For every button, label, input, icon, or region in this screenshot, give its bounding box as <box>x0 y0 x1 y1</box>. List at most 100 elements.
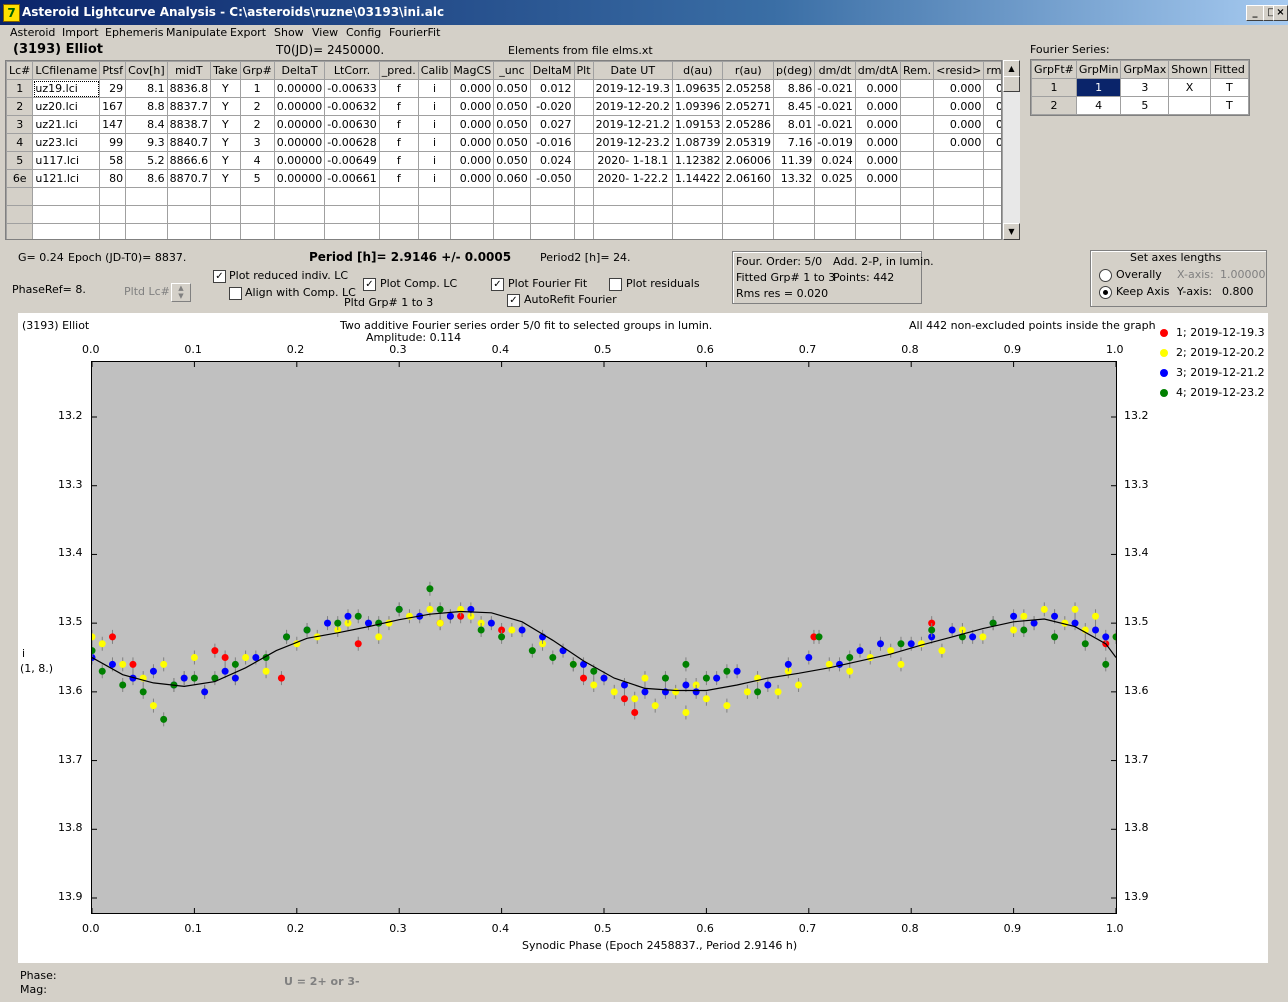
table-cell[interactable] <box>239 223 275 239</box>
menu-export[interactable]: Export <box>230 26 266 39</box>
table-cell[interactable]: u117.lci <box>32 151 101 170</box>
row-header[interactable]: 2 <box>6 97 34 116</box>
table-cell[interactable] <box>529 187 575 206</box>
row-header[interactable]: 4 <box>6 133 34 152</box>
table-cell[interactable]: 0.000 <box>450 133 495 152</box>
table-cell[interactable]: i <box>417 133 452 152</box>
table-cell[interactable]: uz23.lci <box>32 133 101 152</box>
table-cell[interactable]: 0.000 <box>854 133 902 152</box>
column-header[interactable]: dm/dtA <box>854 61 902 80</box>
table-cell[interactable]: 13.32 <box>772 169 816 188</box>
table-cell[interactable]: 0.00000 <box>273 97 326 116</box>
table-row[interactable]: 1 uz19.lci 29 8.1 8836.8 Y 1 0.00000 -0.00633 f i 0… <box>6 79 1001 98</box>
table-cell[interactable]: 0.000 <box>854 169 902 188</box>
table-cell[interactable]: 8838.7 <box>166 115 212 134</box>
menu-show[interactable]: Show <box>274 26 304 39</box>
table-cell[interactable] <box>933 187 985 206</box>
empty-table-row[interactable] <box>6 205 1001 224</box>
table-cell[interactable] <box>273 223 326 239</box>
table-cell[interactable]: 0.000 <box>450 115 495 134</box>
table-cell[interactable]: 2019-12-19.3 <box>592 79 673 98</box>
table-cell[interactable] <box>722 187 774 206</box>
table-cell[interactable] <box>417 223 452 239</box>
table-cell[interactable] <box>933 151 985 170</box>
column-header[interactable]: _unc <box>493 61 531 80</box>
table-cell[interactable]: 4 <box>239 151 275 170</box>
plot-reduced-checkbox[interactable]: ✓ <box>213 270 226 283</box>
table-cell[interactable]: uz19.lci <box>32 79 101 98</box>
table-cell[interactable]: 8.1 <box>125 79 168 98</box>
table-cell[interactable]: 0.000 <box>854 115 902 134</box>
table-cell[interactable] <box>6 223 34 239</box>
table-cell[interactable]: 29 <box>99 79 127 98</box>
table-cell[interactable]: 147 <box>99 115 127 134</box>
table-row[interactable]: 5 u117.lci 58 5.2 8866.6 Y 4 0.00000 -0.00649 f i 0… <box>6 151 1001 170</box>
table-cell[interactable] <box>814 223 856 239</box>
table-cell[interactable] <box>1168 96 1211 115</box>
table-cell[interactable]: 8836.8 <box>166 79 212 98</box>
scroll-up-icon[interactable]: ▲ <box>1003 60 1020 77</box>
table-cell[interactable]: 0.060 <box>493 169 531 188</box>
table-row[interactable]: 4 uz23.lci 99 9.3 8840.7 Y 3 0.00000 -0.00628 f i 0… <box>6 133 1001 152</box>
table-row[interactable]: 113XT <box>1031 78 1249 97</box>
table-cell[interactable]: 8837.7 <box>166 97 212 116</box>
table-row[interactable]: 2 uz20.lci 167 8.8 8837.7 Y 2 0.00000 -0.00632 f i… <box>6 97 1001 116</box>
table-cell[interactable] <box>933 169 985 188</box>
table-cell[interactable] <box>592 187 673 206</box>
table-cell[interactable]: 0.025 <box>814 169 856 188</box>
table-cell[interactable]: i <box>417 169 452 188</box>
scroll-thumb[interactable] <box>1003 76 1020 92</box>
table-cell[interactable]: Y <box>210 97 241 116</box>
table-cell[interactable]: 8.6 <box>125 169 168 188</box>
align-comp-checkbox[interactable] <box>229 287 242 300</box>
table-cell[interactable] <box>378 187 419 206</box>
table-cell[interactable]: 8866.6 <box>166 151 212 170</box>
column-header[interactable]: Ptsf <box>99 61 127 80</box>
column-header[interactable]: DeltaT <box>273 61 326 80</box>
table-cell[interactable] <box>125 205 168 224</box>
table-cell[interactable]: 1.08739 <box>671 133 724 152</box>
table-cell[interactable] <box>854 187 902 206</box>
table-cell[interactable] <box>899 169 935 188</box>
table-cell[interactable]: f <box>378 97 419 116</box>
table-cell[interactable] <box>671 205 724 224</box>
plot-area[interactable] <box>91 361 1117 914</box>
column-header[interactable]: Date UT <box>592 61 673 80</box>
table-cell[interactable]: 2020- 1-22.2 <box>592 169 673 188</box>
table-cell[interactable] <box>573 115 594 134</box>
table-cell[interactable] <box>166 187 212 206</box>
empty-table-row[interactable] <box>6 187 1001 206</box>
table-cell[interactable]: i <box>417 79 452 98</box>
table-cell[interactable]: X <box>1168 78 1211 97</box>
table-cell[interactable] <box>772 187 816 206</box>
table-cell[interactable]: 1 <box>239 79 275 98</box>
column-header[interactable]: Fitted <box>1209 60 1249 79</box>
y-axis-value[interactable]: 0.800 <box>1222 285 1254 298</box>
table-cell[interactable]: 8.86 <box>772 79 816 98</box>
table-cell[interactable]: -0.00649 <box>324 151 380 170</box>
table-cell[interactable] <box>6 187 34 206</box>
autorefit-checkbox[interactable]: ✓ <box>507 294 520 307</box>
table-cell[interactable]: Y <box>210 133 241 152</box>
table-cell[interactable]: 0.050 <box>493 97 531 116</box>
keep-axis-radio[interactable] <box>1099 286 1112 299</box>
table-cell[interactable]: 0.000 <box>854 97 902 116</box>
table-cell[interactable] <box>899 115 935 134</box>
table-cell[interactable] <box>450 205 495 224</box>
table-cell[interactable] <box>899 223 935 239</box>
table-cell[interactable] <box>273 205 326 224</box>
column-header[interactable]: <resid> <box>933 61 985 80</box>
table-cell[interactable] <box>899 133 935 152</box>
plot-residuals-checkbox[interactable] <box>609 278 622 291</box>
table-cell[interactable]: 1.09635 <box>671 79 724 98</box>
table-cell[interactable] <box>529 223 575 239</box>
table-cell[interactable]: 167 <box>99 97 127 116</box>
column-header[interactable]: Shown <box>1168 60 1211 79</box>
minimize-button[interactable]: _ <box>1246 5 1264 21</box>
table-cell[interactable] <box>814 187 856 206</box>
table-cell[interactable] <box>899 79 935 98</box>
table-cell[interactable]: 2019-12-21.2 <box>592 115 673 134</box>
table-cell[interactable] <box>99 187 127 206</box>
table-cell[interactable]: f <box>378 169 419 188</box>
menu-fourierfit[interactable]: FourierFit <box>389 26 440 39</box>
